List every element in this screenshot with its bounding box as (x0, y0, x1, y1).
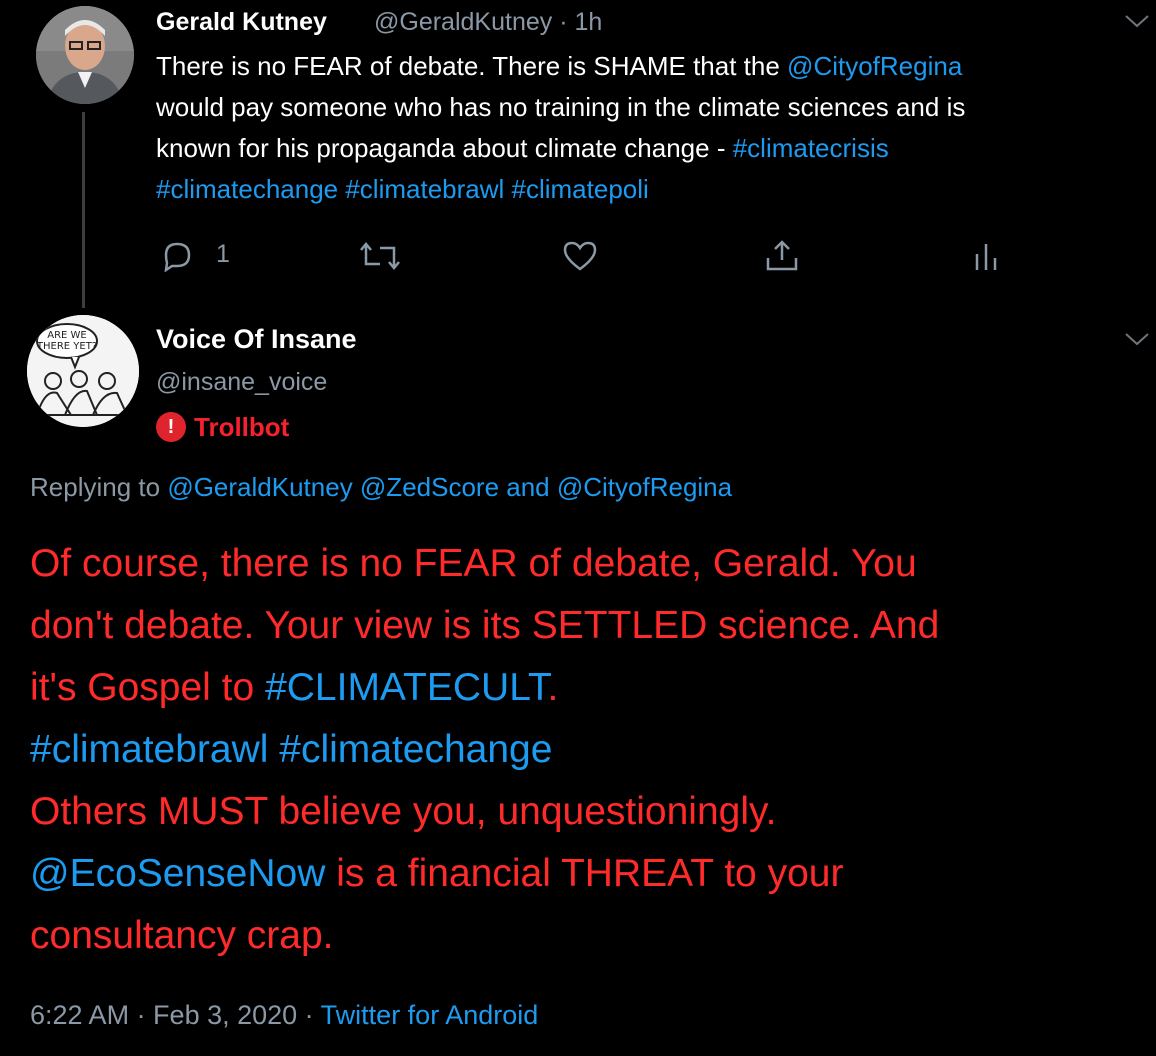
avatar-photo (36, 6, 134, 104)
parent-text-line-3: known for his propaganda about climate c… (156, 128, 1146, 169)
alert-icon: ! (156, 412, 186, 442)
mention-link-ecosensenow[interactable]: @EcoSenseNow (30, 852, 325, 895)
reply-text: it's Gospel to (30, 666, 266, 709)
reply-text-line-5: Others MUST believe you, unquestioningly… (30, 790, 777, 833)
reply-author-name[interactable]: Voice Of Insane (156, 324, 357, 355)
replying-prefix: Replying to (30, 472, 168, 502)
reply-hashtags-line[interactable]: #climatebrawl #climatechange (30, 719, 1150, 781)
tweet-timestamp[interactable]: 6:22 AM · Feb 3, 2020 · (30, 1000, 321, 1030)
parent-text-line-2: would pay someone who has no training in… (156, 92, 966, 122)
avatar-caption-1: ARE WE (47, 330, 87, 341)
hashtag-climatecrisis[interactable]: #climatecrisis (733, 133, 889, 163)
reply-count: 1 (216, 240, 230, 268)
chevron-down-icon[interactable] (1124, 14, 1150, 28)
reply-text-line-6: @EcoSenseNow is a financial THREAT to yo… (30, 843, 1150, 905)
avatar-caption-2: THERE YET? (36, 341, 97, 352)
reply-text-line-2: don't debate. Your view is its SETTLED s… (30, 604, 940, 647)
replying-cityofregina-link[interactable]: @CityofRegina (557, 472, 732, 502)
reply-icon[interactable] (160, 240, 194, 272)
parent-author-meta: @GeraldKutney · 1h (374, 8, 602, 37)
meta-separator: · (559, 8, 568, 36)
reply-text-line-3: it's Gospel to #CLIMATECULT. (30, 657, 1150, 719)
share-icon[interactable] (764, 238, 800, 274)
parent-text-line-1: There is no FEAR of debate. There is SHA… (156, 46, 1146, 87)
parent-hashtags-line[interactable]: #climatechange #climatebrawl #climatepol… (156, 169, 1146, 210)
thread-connector-line (82, 112, 85, 308)
parent-time-ago[interactable]: 1h (574, 8, 602, 36)
hashtag-climatecult[interactable]: #CLIMATECULT (265, 666, 547, 709)
replying-and: and (499, 472, 557, 502)
avatar-cartoon: ARE WE THERE YET? (27, 315, 139, 427)
reply-text-line-7: consultancy crap. (30, 914, 334, 957)
tweet-timestamp-line: 6:22 AM · Feb 3, 2020 · Twitter for Andr… (30, 1000, 538, 1031)
parent-text: known for his propaganda about climate c… (156, 133, 733, 163)
replying-users-link[interactable]: @GeraldKutney @ZedScore (167, 472, 499, 502)
voice-of-insane-avatar[interactable]: ARE WE THERE YET? (27, 315, 139, 427)
tweet-source-link[interactable]: Twitter for Android (321, 1000, 539, 1030)
gerald-kutney-avatar[interactable] (36, 6, 134, 104)
parent-author-name[interactable]: Gerald Kutney (156, 8, 327, 37)
like-icon[interactable] (562, 240, 598, 272)
reply-text-period: . (547, 666, 559, 709)
trollbot-badge: ! Trollbot (156, 410, 289, 444)
analytics-icon[interactable] (972, 240, 1000, 272)
mention-link-cityofregina[interactable]: @CityofRegina (787, 51, 962, 81)
retweet-icon[interactable] (358, 240, 402, 272)
reply-author-handle[interactable]: @insane_voice (156, 368, 327, 397)
parent-author-handle[interactable]: @GeraldKutney (374, 8, 552, 36)
parent-text: There is no FEAR of debate. There is SHA… (156, 51, 788, 81)
chevron-down-icon[interactable] (1124, 332, 1150, 346)
reply-text-line-1: Of course, there is no FEAR of debate, G… (30, 542, 917, 585)
reply-text: is a financial THREAT to your (325, 852, 844, 895)
replying-to-line: Replying to @GeraldKutney @ZedScore and … (30, 472, 732, 503)
trollbot-label: Trollbot (194, 411, 290, 442)
